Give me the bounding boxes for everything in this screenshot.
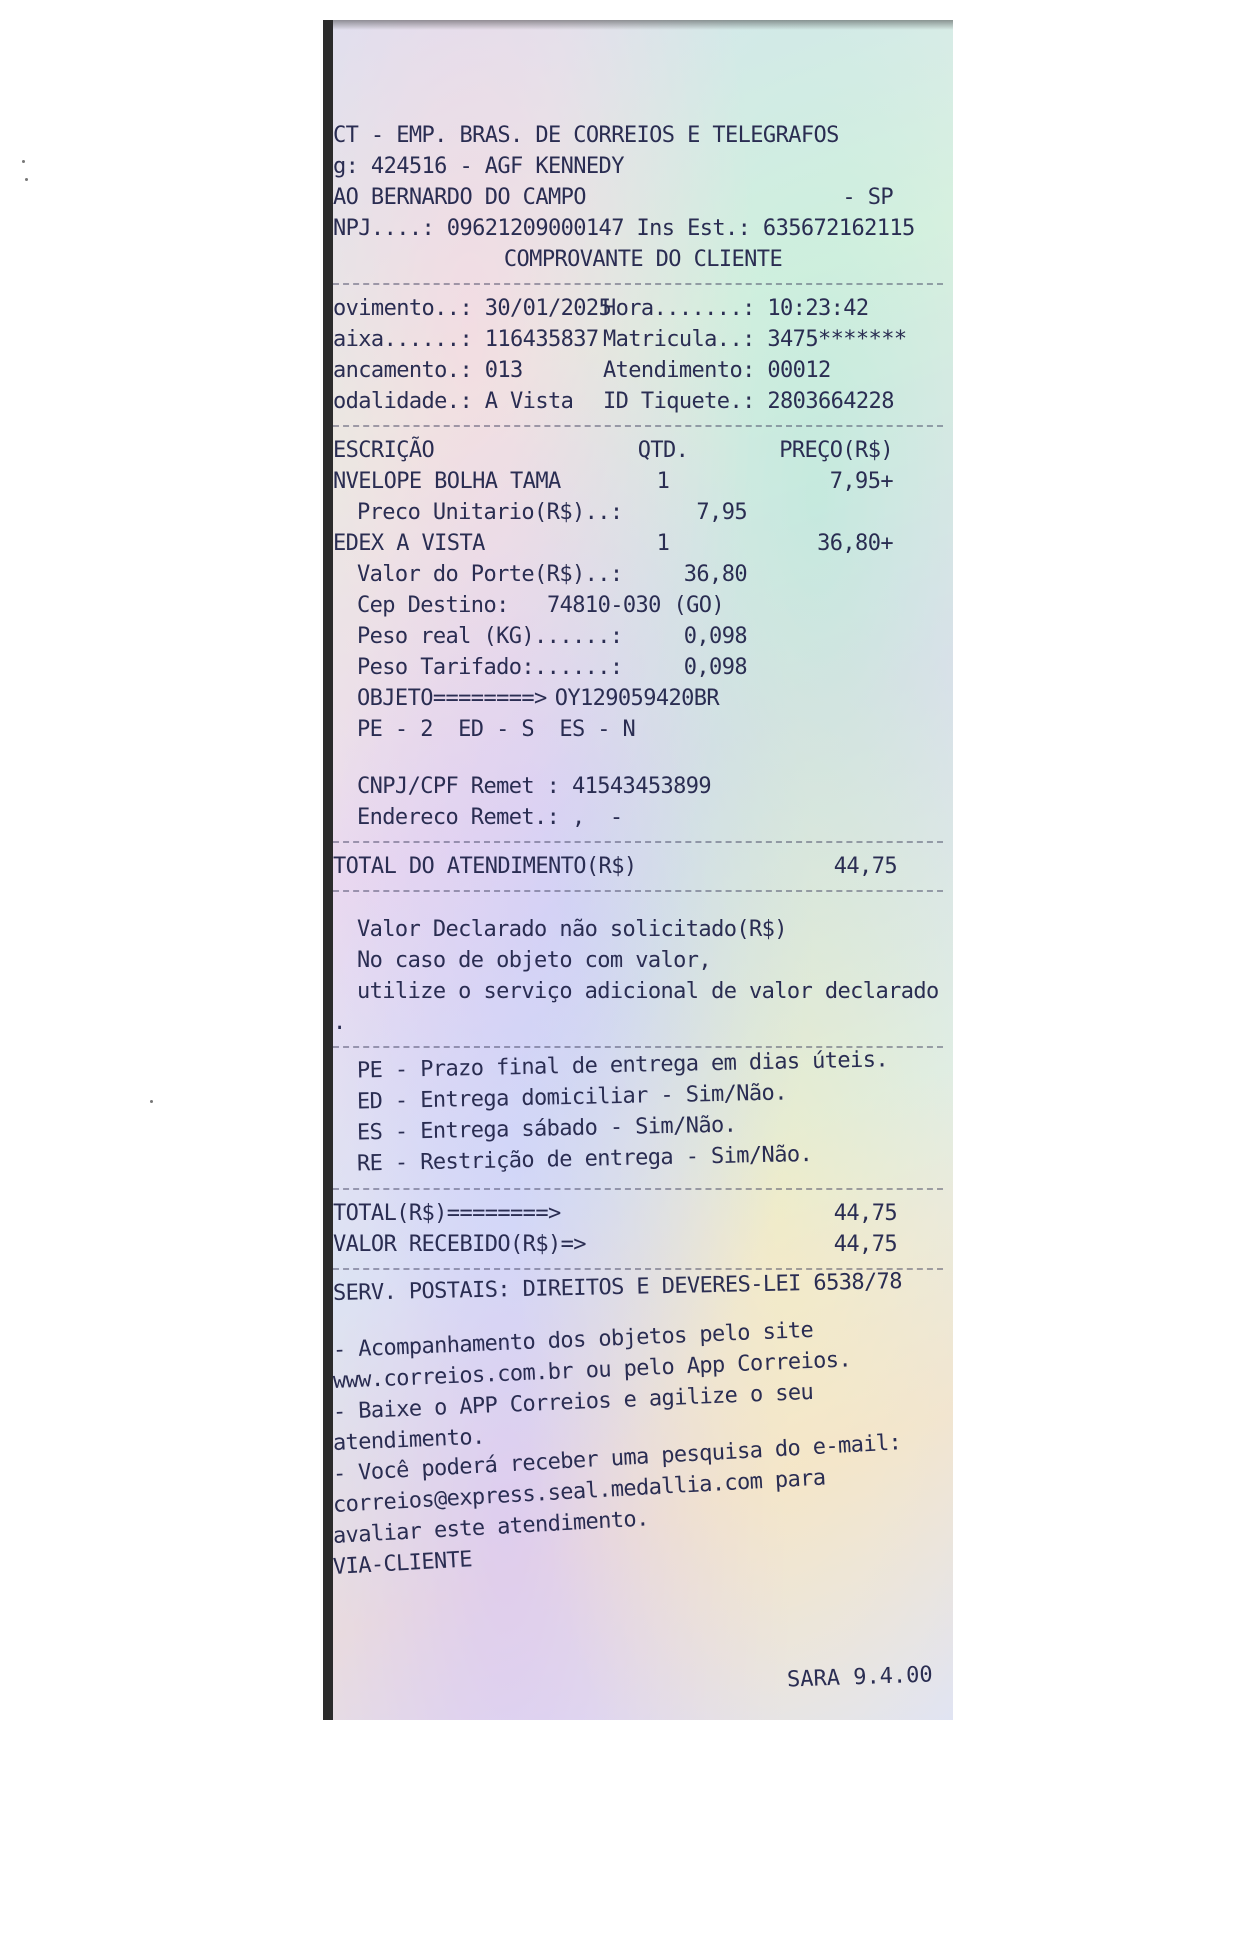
- total-label: TOTAL(R$)========>: [333, 1201, 561, 1226]
- receipt-title: COMPROVANTE DO CLIENTE: [503, 247, 783, 272]
- receipt-top-edge: [333, 20, 953, 30]
- valor-declarado-line: Valor Declarado não solicitado(R$): [357, 917, 788, 942]
- receipt-content: CT - EMP. BRAS. DE CORREIOS E TELEGRAFOS…: [333, 120, 953, 1583]
- agency-line: g: 424516 - AGF KENNEDY: [333, 154, 624, 179]
- total-row: TOTAL(R$)========> 44,75: [333, 1198, 953, 1229]
- detail-value: 0,098: [683, 655, 748, 680]
- detail-value: 74810-030 (GO): [547, 593, 725, 618]
- divider: [333, 283, 943, 285]
- item-qty: 1: [656, 531, 670, 556]
- item-detail: Cep Destino: 74810-030 (GO): [333, 590, 953, 621]
- detail-label: OBJETO========>: [357, 686, 547, 711]
- divider: [333, 1188, 943, 1190]
- meta-row-3: ancamento.: 013 Atendimento: 00012: [333, 355, 953, 386]
- recebido-row: VALOR RECEBIDO(R$)=> 44,75: [333, 1229, 953, 1260]
- matricula: Matricula..: 3475*******: [603, 327, 907, 352]
- item-row: EDEX A VISTA 1 36,80+: [333, 528, 953, 559]
- company-name: CT - EMP. BRAS. DE CORREIOS E TELEGRAFOS: [333, 123, 839, 148]
- total-atendimento-value: 44,75: [833, 854, 898, 879]
- col-descricao: ESCRIÇÃO: [333, 438, 435, 463]
- divider: [333, 425, 943, 427]
- sender-cnpj: CNPJ/CPF Remet : 41543453899: [357, 774, 712, 799]
- serv-postais: SERV. POSTAIS: DIREITOS E DEVERES-LEI 65…: [332, 1269, 903, 1306]
- item-name: EDEX A VISTA: [333, 531, 485, 556]
- detail-label: PE - 2 ED - S ES - N: [357, 717, 636, 742]
- valor-declarado-line: No caso de objeto com valor,: [357, 948, 712, 973]
- modalidade: odalidade.: A Vista: [333, 389, 574, 414]
- divider: [333, 890, 943, 892]
- caixa: aixa......: 116435837: [333, 327, 599, 352]
- sender-endereco: Endereco Remet.: , -: [357, 805, 623, 830]
- total-atendimento: TOTAL DO ATENDIMENTO(R$) 44,75: [333, 851, 953, 882]
- valor-declarado-line: utilize o serviço adicional de valor dec…: [357, 979, 939, 1004]
- recebido-label: VALOR RECEBIDO(R$)=>: [333, 1232, 587, 1257]
- item-detail: OBJETO========> OY129059420BR: [333, 683, 953, 714]
- item-row: NVELOPE BOLHA TAMA 1 7,95+: [333, 466, 953, 497]
- detail-label: Peso real (KG)......:: [357, 624, 623, 649]
- items-header: ESCRIÇÃO QTD. PREÇO(R$): [333, 435, 953, 466]
- state: - SP: [842, 185, 893, 210]
- detail-label: Cep Destino:: [357, 593, 509, 618]
- total-atendimento-label: TOTAL DO ATENDIMENTO(R$): [333, 854, 637, 879]
- detail-label: Valor do Porte(R$)..:: [357, 562, 623, 587]
- valor-declarado-line: .: [333, 1010, 346, 1035]
- item-detail: Peso Tarifado:......: 0,098: [333, 652, 953, 683]
- detail-label: Peso Tarifado:......:: [357, 655, 623, 680]
- meta-row-4: odalidade.: A Vista ID Tiquete.: 2803664…: [333, 386, 953, 417]
- detail-value: 0,098: [683, 624, 748, 649]
- scan-speck: [150, 1100, 153, 1103]
- total-value: 44,75: [833, 1201, 898, 1226]
- divider: [333, 841, 943, 843]
- receipt: CT - EMP. BRAS. DE CORREIOS E TELEGRAFOS…: [323, 20, 953, 1720]
- col-qtd: QTD.: [637, 438, 689, 463]
- scan-speck: [22, 160, 25, 163]
- item-price: 7,95+: [829, 469, 894, 494]
- cnpj-line: NPJ....: 09621209000147 Ins Est.: 635672…: [333, 216, 915, 241]
- item-qty: 1: [656, 469, 670, 494]
- tiquete: ID Tiquete.: 2803664228: [603, 389, 894, 414]
- movimento: ovimento..: 30/01/2025: [333, 296, 612, 321]
- detail-value: 36,80: [683, 562, 748, 587]
- scan-speck: [25, 178, 28, 181]
- detail-value: 7,95: [696, 500, 747, 525]
- detail-label: Preco Unitario(R$)..:: [357, 500, 623, 525]
- recebido-value: 44,75: [833, 1232, 898, 1257]
- lancamento: ancamento.: 013: [333, 358, 523, 383]
- system-version: SARA 9.4.00: [786, 1662, 934, 1693]
- item-price: 36,80+: [817, 531, 893, 556]
- item-detail: PE - 2 ED - S ES - N: [333, 714, 953, 745]
- detail-value: OY129059420BR: [554, 686, 720, 711]
- city: AO BERNARDO DO CAMPO: [333, 185, 587, 210]
- meta-row-2: aixa......: 116435837 Matricula..: 3475*…: [333, 324, 953, 355]
- item-name: NVELOPE BOLHA TAMA: [333, 469, 561, 494]
- col-preco: PREÇO(R$): [779, 438, 893, 463]
- item-detail: Preco Unitario(R$)..: 7,95: [333, 497, 953, 528]
- hora: Hora.......: 10:23:42: [603, 296, 869, 321]
- item-detail: Peso real (KG)......: 0,098: [333, 621, 953, 652]
- meta-row-1: ovimento..: 30/01/2025 Hora.......: 10:2…: [333, 293, 953, 324]
- item-detail: Valor do Porte(R$)..: 36,80: [333, 559, 953, 590]
- city-line: AO BERNARDO DO CAMPO - SP: [333, 182, 953, 213]
- atendimento: Atendimento: 00012: [603, 358, 831, 383]
